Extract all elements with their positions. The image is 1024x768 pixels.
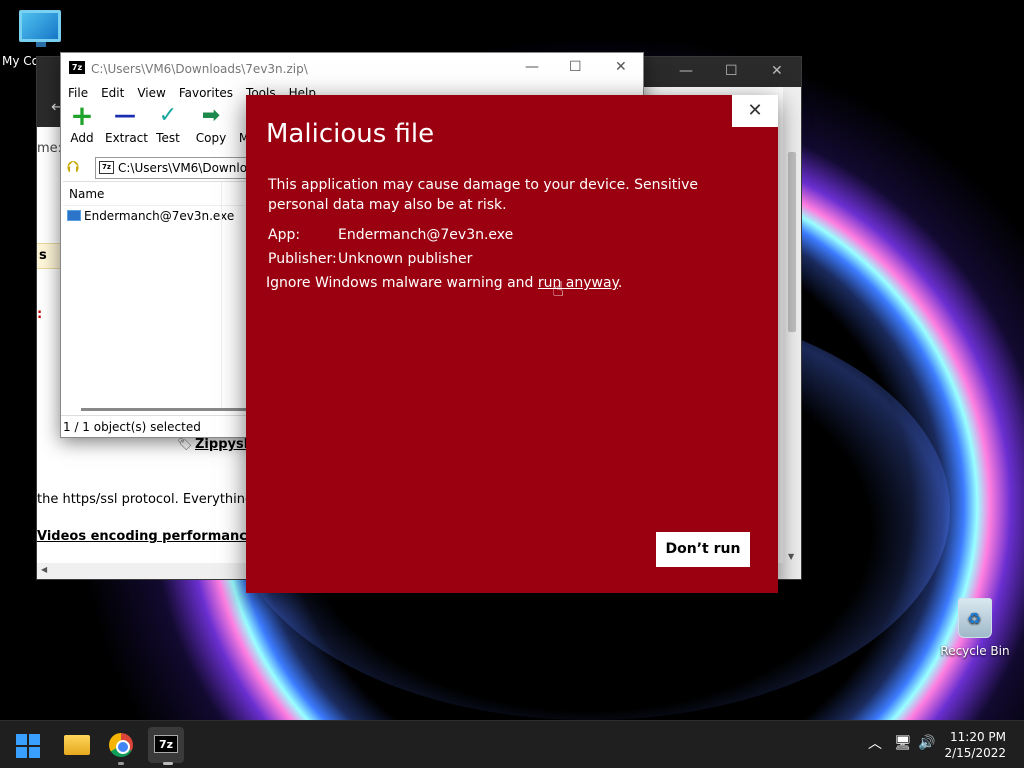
warning-line: Ignore Windows malware warning and run a… xyxy=(266,275,622,291)
scroll-down-icon[interactable]: ▼ xyxy=(788,552,794,561)
dont-run-button[interactable]: Don’t run xyxy=(656,532,750,567)
copy-button[interactable]: ➡ Copy xyxy=(195,103,227,146)
sevenzip-logo-icon: 7z xyxy=(69,61,85,74)
active-indicator xyxy=(163,762,173,765)
vertical-scrollbar[interactable]: ▼ xyxy=(783,87,801,563)
add-button[interactable]: + Add xyxy=(69,99,95,146)
minimize-icon[interactable]: — xyxy=(525,59,539,75)
sevenzip-taskbar-button[interactable]: 7z xyxy=(148,727,184,763)
publisher-row: Publisher:Unknown publisher xyxy=(268,251,472,267)
name-label: me: xyxy=(37,141,63,156)
tag-icon: 🏷 xyxy=(177,437,193,451)
arrow-right-icon: ➡ xyxy=(201,103,221,128)
dialog-title: Malicious file xyxy=(266,119,435,149)
run-anyway-link[interactable]: run anyway xyxy=(538,275,618,291)
app-key: App: xyxy=(268,227,301,243)
sevenzip-taskbar-icon: 7z xyxy=(154,735,178,753)
recycle-bin-icon: ♻ xyxy=(958,598,992,638)
check-icon: ✓ xyxy=(158,103,178,128)
close-button[interactable]: ✕ xyxy=(732,95,778,127)
dialog-description: This application may cause damage to you… xyxy=(268,177,698,213)
file-name: Endermanch@7ev3n.exe xyxy=(84,209,235,223)
column-divider xyxy=(221,182,222,411)
side-colon: : xyxy=(37,307,43,322)
sevenzip-titlebar: 7z C:\Users\VM6\Downloads\7ev3n.zip\ — ☐… xyxy=(61,53,643,83)
exe-file-icon xyxy=(67,210,81,221)
file-explorer-icon[interactable] xyxy=(64,735,90,755)
clock[interactable]: 11:20 PM 2/15/2022 xyxy=(944,729,1006,761)
malicious-file-dialog: ✕ Malicious file This application may ca… xyxy=(246,95,778,593)
hand-cursor-icon: ☝ xyxy=(552,277,565,301)
maximize-icon[interactable]: ☐ xyxy=(569,59,582,75)
desktop-icon-recycle-bin[interactable]: ♻ Recycle Bin xyxy=(935,598,1015,658)
chrome-icon[interactable] xyxy=(109,733,133,757)
app-value: Endermanch@7ev3n.exe xyxy=(338,227,514,243)
close-icon[interactable]: ✕ xyxy=(615,59,627,75)
taskbar: 7z ︿ 🖥 🔊 11:20 PM 2/15/2022 xyxy=(0,720,1024,768)
monitor-icon xyxy=(19,10,61,47)
menu-favorites[interactable]: Favorites xyxy=(179,83,233,103)
archive-icon: 7z xyxy=(99,161,114,174)
extract-button[interactable]: — Extract xyxy=(105,103,148,146)
close-icon[interactable]: ✕ xyxy=(771,63,783,79)
warning-suffix: . xyxy=(617,275,623,291)
publisher-value: Unknown publisher xyxy=(338,251,473,267)
network-icon[interactable]: 🖥 xyxy=(894,735,912,751)
menu-edit[interactable]: Edit xyxy=(101,83,124,103)
minimize-icon[interactable]: — xyxy=(679,63,693,79)
running-indicator xyxy=(118,762,124,765)
extract-label: Extract xyxy=(105,131,148,145)
minus-icon: — xyxy=(114,103,136,128)
body-text: the https/ssl protocol. Everything xyxy=(37,492,254,507)
zippyshare-link[interactable]: Zippysl xyxy=(195,437,248,452)
window-title: C:\Users\VM6\Downloads\7ev3n.zip\ xyxy=(91,62,308,76)
close-icon: ✕ xyxy=(747,100,763,121)
app-row: App: Endermanch@7ev3n.exe xyxy=(268,227,513,243)
test-label: Test xyxy=(156,131,180,145)
add-label: Add xyxy=(70,131,94,145)
volume-icon[interactable]: 🔊 xyxy=(918,735,935,751)
scroll-left-icon[interactable]: ◀ xyxy=(41,565,47,574)
publisher-key: Publisher: xyxy=(268,251,337,267)
horizontal-scrollbar[interactable] xyxy=(81,408,251,411)
status-text: 1 / 1 object(s) selected xyxy=(63,420,201,434)
side-label: s xyxy=(39,248,47,263)
scrollbar-thumb[interactable] xyxy=(788,152,796,332)
test-button[interactable]: ✓ Test xyxy=(155,103,181,146)
maximize-icon[interactable]: ☐ xyxy=(725,63,738,79)
copy-label: Copy xyxy=(195,131,227,145)
clock-date: 2/15/2022 xyxy=(944,746,1006,760)
desktop-icon-label: Recycle Bin xyxy=(940,644,1010,658)
clock-time: 11:20 PM xyxy=(950,730,1006,744)
start-button[interactable] xyxy=(16,734,40,758)
chevron-up-icon[interactable]: ︿ xyxy=(868,733,882,753)
menu-view[interactable]: View xyxy=(137,83,165,103)
heading-link[interactable]: Videos encoding performance b xyxy=(37,529,270,544)
plus-icon: + xyxy=(70,99,94,132)
warning-prefix: Ignore Windows malware warning and xyxy=(266,275,538,291)
up-folder-icon[interactable]: ⮉ xyxy=(67,157,79,177)
